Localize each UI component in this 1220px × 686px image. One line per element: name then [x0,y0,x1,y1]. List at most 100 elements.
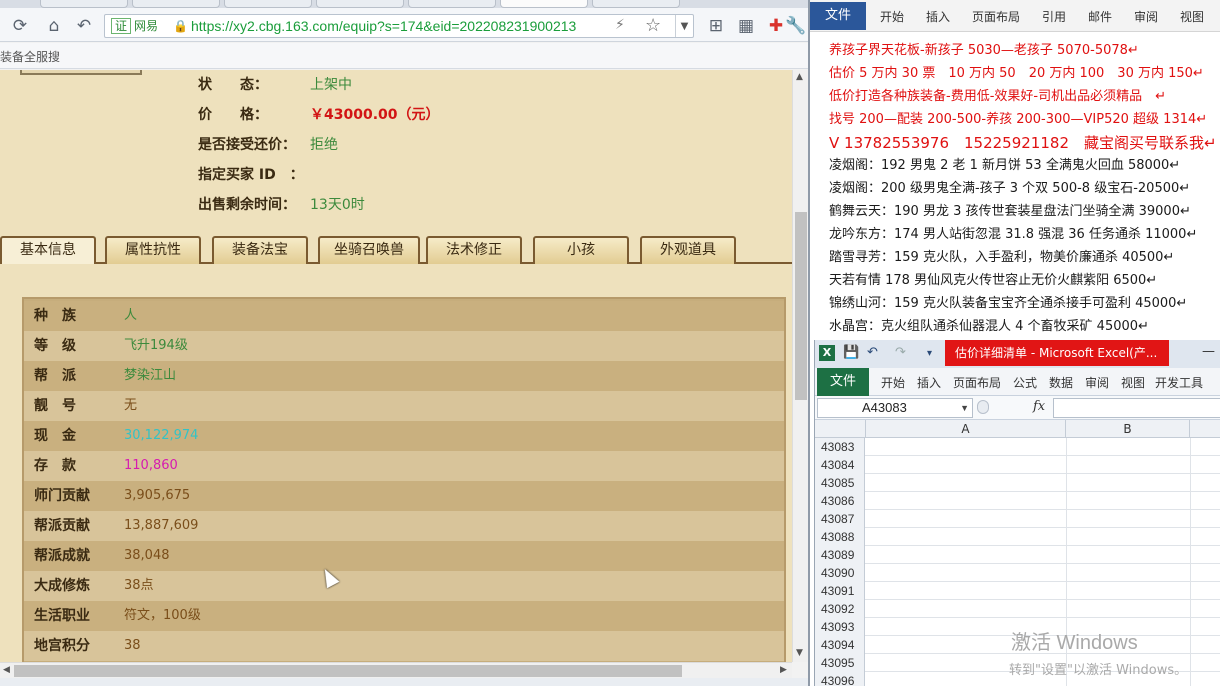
sheet-row[interactable]: 43086 [815,492,1220,510]
excel-ribbon-tab[interactable]: 数据 [1049,374,1073,391]
scroll-thumb[interactable] [795,212,807,400]
excel-ribbon-tab[interactable]: 视图 [1121,374,1145,391]
navigation-bar: ⟳ ⌂ ↶ 证 网易 🔒 https://xy2.cbg.163.com/equ… [0,8,808,42]
browser-tab[interactable] [316,0,404,8]
row-header[interactable]: 43091 [815,582,865,600]
document-line: 踏雪寻芳：159 克火队，入手盈利，物美价廉通杀 40500↵ [829,250,1175,265]
sheet-row[interactable]: 43090 [815,564,1220,582]
row-header[interactable]: 43084 [815,456,865,474]
sale-info-label: 指定买家 ID ： [198,167,304,183]
row-header[interactable]: 43090 [815,564,865,582]
home-icon[interactable]: ⌂ [42,14,66,38]
tab-3[interactable]: 装备法宝 [212,236,308,264]
apps-icon[interactable]: ▦ [734,14,758,38]
bookmark-item[interactable]: 装备全服搜 [0,48,60,65]
column-header[interactable]: A [866,420,1066,438]
scroll-up-icon[interactable]: ▲ [796,72,803,82]
sheet-row[interactable]: 43085 [815,474,1220,492]
url-text[interactable]: https://xy2.cbg.163.com/equip?s=174&eid=… [191,17,576,35]
address-bar[interactable]: 证 网易 🔒 https://xy2.cbg.163.com/equip?s=1… [104,14,694,38]
sheet-row[interactable]: 43091 [815,582,1220,600]
row-header[interactable]: 43089 [815,546,865,564]
sheet-row[interactable]: 43092 [815,600,1220,618]
sheet-row[interactable]: 43084 [815,456,1220,474]
refresh-icon[interactable]: ⟳ [8,14,32,38]
excel-ribbon-tab[interactable]: 页面布局 [953,374,1001,391]
grid-icon[interactable]: ⊞ [704,14,728,38]
row-header[interactable]: 43086 [815,492,865,510]
excel-ribbon-tab[interactable]: 开发工具 [1155,374,1203,391]
word-file-tab[interactable]: 文件 [810,2,866,30]
row-header[interactable]: 43088 [815,528,865,546]
formula-expand-handle[interactable] [977,400,989,414]
word-ribbon-tab[interactable]: 视图 [1180,8,1204,25]
excel-ribbon-tab[interactable]: 审阅 [1085,374,1109,391]
certificate-badge[interactable]: 证 [111,18,132,34]
row-header[interactable]: 43092 [815,600,865,618]
tab-5[interactable]: 法术修正 [426,236,522,264]
sheet-row[interactable]: 43083 [815,438,1220,456]
select-all-corner[interactable] [815,420,866,438]
row-header[interactable]: 43094 [815,636,865,654]
item-image-frame [20,70,142,75]
excel-file-tab[interactable]: 文件 [817,368,869,396]
scroll-down-icon[interactable]: ▼ [796,648,803,658]
column-header[interactable]: B [1066,420,1190,438]
browser-tab[interactable] [408,0,496,8]
chevron-down-icon[interactable]: ▼ [960,399,969,417]
redo-icon[interactable]: ↷ [895,345,906,360]
word-ribbon-tab[interactable]: 引用 [1042,8,1066,25]
row-header[interactable]: 43083 [815,438,865,456]
sheet-row[interactable]: 43087 [815,510,1220,528]
word-document[interactable]: 养孩子界天花板-新孩子 5030—老孩子 5070-5078↵ 估价 5 万内 3… [810,32,1220,340]
sheet-row[interactable]: 43089 [815,546,1220,564]
tab-4[interactable]: 坐骑召唤兽 [318,236,420,264]
vertical-scrollbar[interactable]: ▲ ▼ [792,70,808,662]
word-ribbon-tab[interactable]: 审阅 [1134,8,1158,25]
attribute-key: 生活职业 [34,608,90,624]
horizontal-scrollbar[interactable]: ◀ ▶ [0,662,792,678]
tab-2[interactable]: 属性抗性 [105,236,201,264]
word-ribbon-tab[interactable]: 页面布局 [972,8,1020,25]
tab-7[interactable]: 外观道具 [640,236,736,264]
word-ribbon-tab[interactable]: 开始 [880,8,904,25]
row-header[interactable]: 43093 [815,618,865,636]
star-icon[interactable]: ☆ [645,15,661,36]
attribute-row: 等 级 飞升194级 [24,331,784,361]
excel-ribbon-tab[interactable]: 开始 [881,374,905,391]
wrench-icon[interactable]: 🔧 [784,14,808,38]
document-line: 水晶宫：克火组队通杀仙器混人 4 个畜牧采矿 45000↵ [829,319,1149,334]
lock-icon[interactable]: 🔒 [173,18,188,34]
browser-tab[interactable] [592,0,680,8]
chevron-down-icon[interactable]: ▼ [675,15,693,37]
excel-ribbon-tab[interactable]: 公式 [1013,374,1037,391]
minimize-icon[interactable]: — [1202,344,1215,359]
attribute-row: 帮派贡献 13,887,609 [24,511,784,541]
row-header[interactable]: 43087 [815,510,865,528]
word-ribbon-tab[interactable]: 邮件 [1088,8,1112,25]
name-box[interactable]: A43083 ▼ [817,398,973,418]
browser-tab[interactable] [224,0,312,8]
save-icon[interactable]: 💾 [843,345,859,360]
attribute-key: 存 款 [34,458,76,474]
formula-input[interactable] [1053,398,1220,418]
scroll-right-icon[interactable]: ▶ [780,665,787,675]
excel-ribbon-tab[interactable]: 插入 [917,374,941,391]
chevron-down-icon[interactable]: ▾ [927,348,932,359]
word-ribbon-tab[interactable]: 插入 [926,8,950,25]
browser-tab[interactable] [40,0,128,8]
undo-icon[interactable]: ↶ [72,14,96,38]
row-header[interactable]: 43095 [815,654,865,672]
function-icon[interactable]: fx [1033,399,1045,414]
row-header[interactable]: 43096 [815,672,865,686]
tab-6[interactable]: 小孩 [533,236,629,264]
scroll-left-icon[interactable]: ◀ [3,665,10,675]
sheet-row[interactable]: 43088 [815,528,1220,546]
browser-tab[interactable] [132,0,220,8]
tab-1[interactable]: 基本信息 [0,236,96,264]
undo-icon[interactable]: ↶ [867,345,878,360]
scroll-thumb[interactable] [14,665,682,677]
row-header[interactable]: 43085 [815,474,865,492]
browser-tab-active[interactable] [500,0,588,8]
bolt-icon[interactable]: ⚡ [615,17,625,33]
